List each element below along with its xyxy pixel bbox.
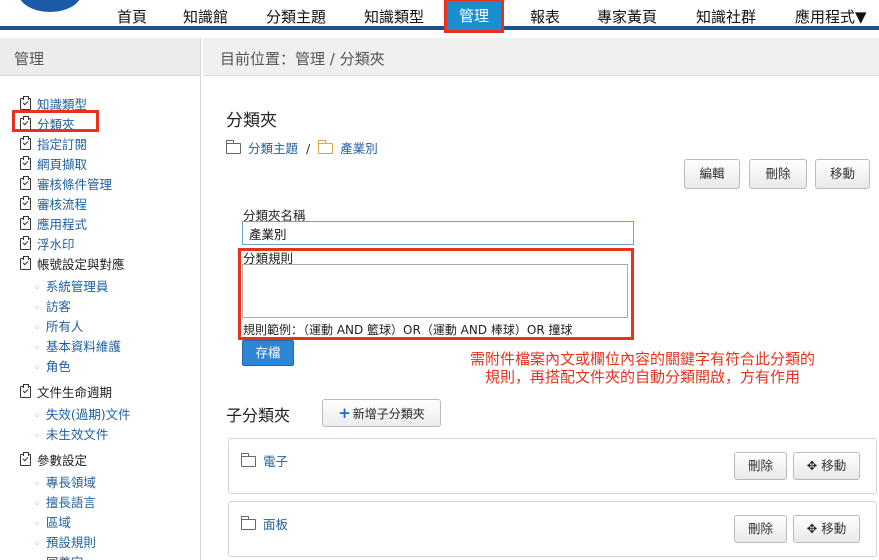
subfolder-move-button[interactable]: ✥ 移動 [793, 452, 860, 480]
folder-icon [240, 516, 256, 530]
checklist-icon [20, 156, 31, 170]
checklist-icon [20, 236, 31, 250]
breadcrumb: 目前位置：管理 / 分類夾 [203, 38, 879, 76]
sidebar-item-regions[interactable]: 區域 [34, 512, 71, 531]
checklist-icon [20, 176, 31, 190]
page-title: 分類夾 [226, 111, 277, 131]
nav-reports[interactable]: 報表 [530, 6, 560, 28]
nav-knowledge-hall[interactable]: 知識館 [183, 6, 228, 28]
folder-icon [240, 453, 256, 467]
sidebar-item-expertise[interactable]: 專長領域 [34, 472, 96, 491]
list-item: 電子 刪除 ✥ 移動 [228, 438, 877, 494]
sidebar-item-basic-data[interactable]: 基本資料維護 [34, 336, 121, 355]
sidebar-item-subscriptions[interactable]: 指定訂閱 [20, 134, 87, 153]
nav-knowledge-community[interactable]: 知識社群 [696, 6, 756, 28]
add-subfolder-button[interactable]: + 新增子分類夾 [322, 399, 441, 427]
folder-path: 分類主題 / 產業別 [225, 138, 378, 157]
nav-home[interactable]: 首頁 [117, 6, 147, 28]
subfolder-delete-button[interactable]: 刪除 [734, 452, 787, 480]
sidebar-item-synonyms[interactable]: 同義字 [34, 552, 84, 560]
move-arrows-icon: ✥ [806, 458, 818, 473]
sidebar-item-review-conditions[interactable]: 審核條件管理 [20, 174, 112, 193]
sidebar-item-everyone[interactable]: 所有人 [34, 316, 84, 335]
nav-expert-directory[interactable]: 專家黃頁 [597, 6, 657, 28]
delete-button[interactable]: 刪除 [749, 159, 807, 189]
annotation-note: 需附件檔案內文或欄位內容的關鍵字有符合此分類的規則，再搭配文件夾的自動分類開啟，… [470, 350, 816, 386]
subfolder-move-button[interactable]: ✥ 移動 [793, 515, 860, 543]
sidebar-item-default-rules[interactable]: 預設規則 [34, 532, 96, 551]
sidebar-group-accounts: 帳號設定與對應 [20, 254, 125, 273]
top-nav: 首頁 知識館 分類主題 知識類型 管理 報表 專家黃頁 知識社群 應用程式▼ [0, 0, 879, 33]
folder-name-input[interactable] [242, 221, 634, 245]
nav-category-topics[interactable]: 分類主題 [266, 6, 326, 28]
checklist-icon [20, 196, 31, 210]
sidebar-item-web-capture[interactable]: 網頁擷取 [20, 154, 87, 173]
rule-example: 規則範例：（運動 AND 籃球）OR（運動 AND 棒球）OR 撞球 [243, 323, 573, 337]
folder-icon [225, 140, 241, 154]
highlight-box [12, 110, 99, 132]
nav-applications[interactable]: 應用程式▼ [795, 6, 867, 28]
subfolder-title: 子分類夾 [226, 406, 291, 425]
edit-button[interactable]: 編輯 [684, 159, 740, 189]
move-arrows-icon: ✥ [806, 521, 818, 536]
logo[interactable] [18, 0, 82, 12]
sidebar-item-sysadmin[interactable]: 系統管理員 [34, 276, 109, 295]
sidebar-group-lifecycle: 文件生命週期 [20, 382, 112, 401]
checklist-icon [20, 96, 31, 110]
sidebar-item-watermark[interactable]: 浮水印 [20, 234, 75, 253]
sidebar-group-params: 參數設定 [20, 450, 87, 469]
path-link-category-topics[interactable]: 分類主題 [248, 141, 298, 156]
list-item: 面板 刪除 ✥ 移動 [228, 501, 877, 557]
sidebar-item-guest[interactable]: 訪客 [34, 296, 71, 315]
move-button[interactable]: 移動 [815, 159, 870, 189]
nav-knowledge-types[interactable]: 知識類型 [364, 6, 424, 28]
sidebar-item-applications[interactable]: 應用程式 [20, 214, 87, 233]
plus-icon: + [338, 404, 351, 422]
checklist-icon [20, 452, 31, 466]
subfolder-delete-button[interactable]: 刪除 [734, 515, 787, 543]
sidebar-item-languages[interactable]: 擅長語言 [34, 492, 96, 511]
folder-open-icon [317, 140, 334, 154]
checklist-icon [20, 136, 31, 150]
nav-admin[interactable]: 管理 [443, 0, 505, 33]
rule-textarea[interactable] [242, 264, 628, 318]
sidebar-item-pending-docs[interactable]: 未生效文件 [34, 424, 109, 443]
subfolder-link[interactable]: 電子 [240, 451, 288, 470]
subfolder-link[interactable]: 面板 [240, 514, 288, 533]
sidebar-title: 管理 [0, 38, 200, 76]
sidebar-item-expired-docs[interactable]: 失效(過期)文件 [34, 404, 131, 423]
sidebar: 管理 知識類型 分類夾 指定訂閱 網頁擷取 審核條件管理 審核流程 應用程式 浮… [0, 38, 201, 560]
path-link-industry[interactable]: 產業別 [340, 141, 378, 156]
save-button[interactable]: 存檔 [242, 340, 294, 366]
path-separator: / [306, 141, 311, 156]
checklist-icon [20, 384, 31, 398]
sidebar-item-roles[interactable]: 角色 [34, 356, 71, 375]
checklist-icon [20, 216, 31, 230]
sidebar-item-review-flow[interactable]: 審核流程 [20, 194, 87, 213]
checklist-icon [20, 256, 31, 270]
